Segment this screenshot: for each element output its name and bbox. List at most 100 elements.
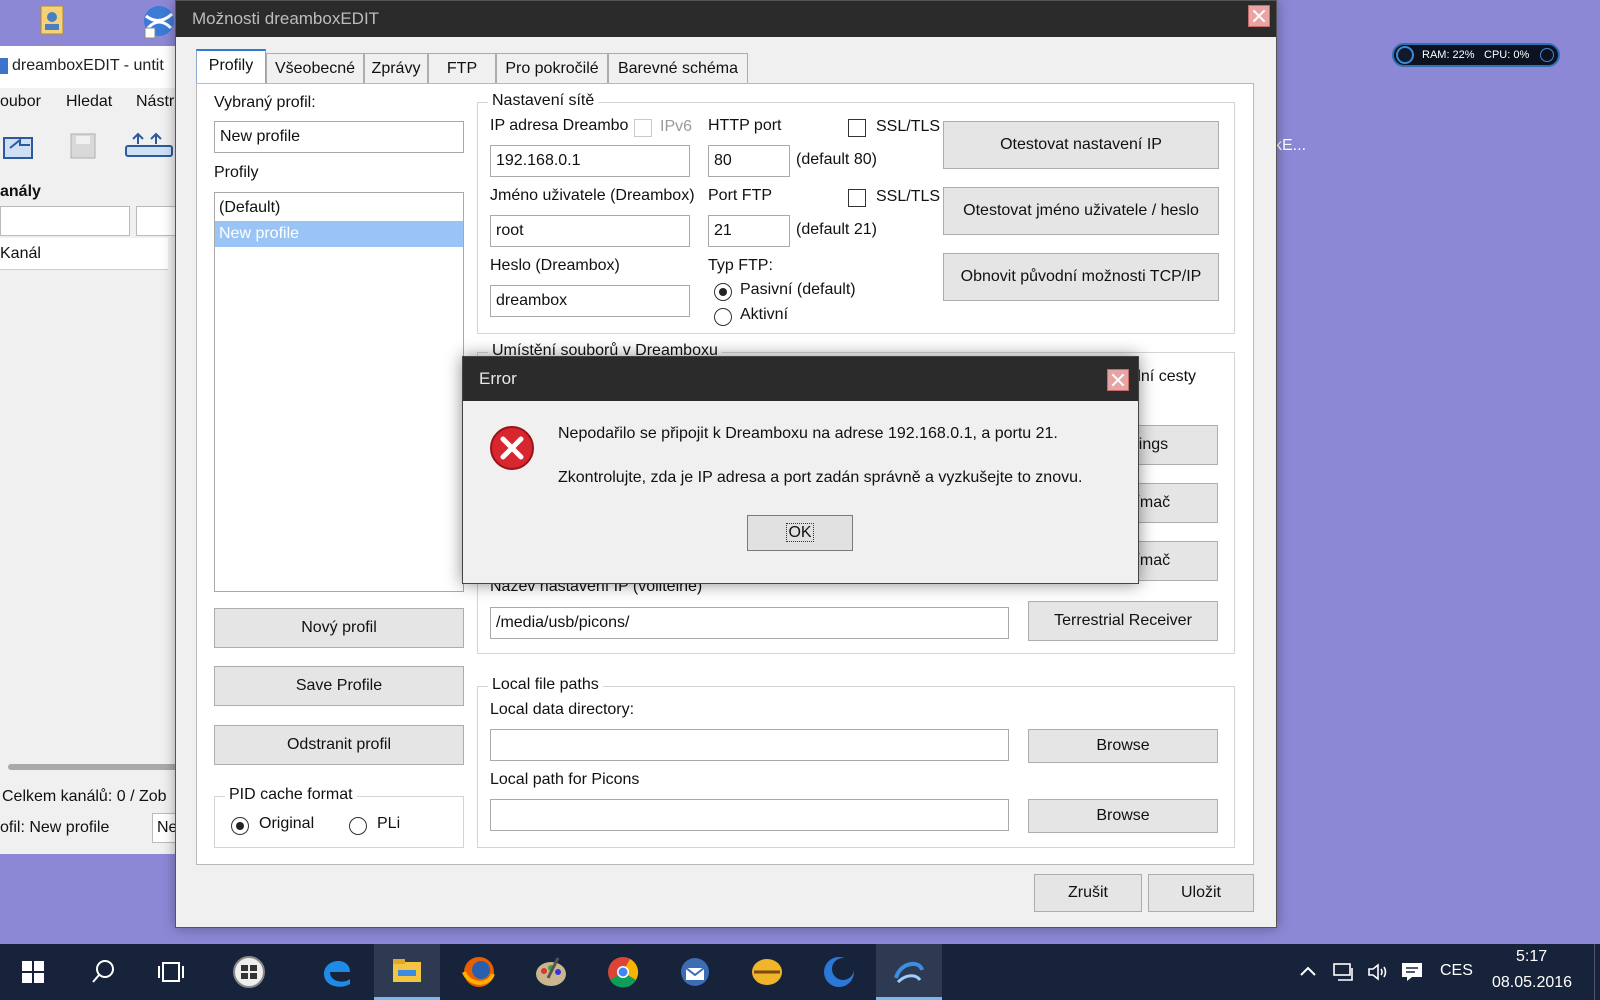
local-picons-input[interactable] (490, 799, 1009, 831)
username-input[interactable]: root (490, 215, 690, 247)
error-message-2: Zkontrolujte, zda je IP adresa a port za… (558, 469, 1083, 486)
tab-color-scheme[interactable]: Barevné schéma (608, 53, 748, 85)
volume-icon[interactable] (1366, 960, 1390, 984)
task-view-icon[interactable] (138, 944, 204, 1000)
bg-app-titlebar: dreamboxEDIT - untit (0, 46, 190, 88)
list-item[interactable]: (Default) (215, 195, 463, 221)
pid-original-radio[interactable] (231, 817, 249, 835)
ftp-port-input[interactable]: 21 (708, 215, 790, 247)
cancel-button[interactable]: Zrušit (1034, 874, 1142, 912)
tab-messages[interactable]: Zprávy (364, 53, 428, 85)
tab-ftp[interactable]: FTP (428, 53, 496, 85)
restore-tcp-button[interactable]: Obnovit původní možnosti TCP/IP (943, 253, 1219, 301)
bg-status-channels: Celkem kanálů: 0 / Zob (2, 788, 167, 805)
menu-tools[interactable]: Nástr (136, 93, 174, 111)
selected-profile-label: Vybraný profil: (214, 94, 316, 111)
ip-address-input[interactable]: 192.168.0.1 (490, 145, 690, 177)
ip-label: IP adresa Dreambo (490, 117, 629, 134)
menu-search[interactable]: Hledat (66, 93, 112, 111)
bg-filter-input[interactable] (0, 206, 130, 236)
pid-pli-radio[interactable] (349, 817, 367, 835)
ipv6-checkbox[interactable] (634, 119, 652, 137)
desktop-globe-icon[interactable] (140, 2, 180, 42)
selected-profile-input[interactable]: New profile (214, 121, 464, 153)
show-desktop-button[interactable] (1594, 944, 1600, 1000)
chrome-icon[interactable] (590, 944, 656, 1000)
user-label: Jméno uživatele (Dreambox) (490, 187, 695, 204)
pid-cache-group: PID cache format Original PLi (214, 786, 464, 848)
ftp-ssl-checkbox[interactable] (848, 189, 866, 207)
bg-status-profile: ofil: New profile (0, 819, 110, 836)
save-icon[interactable] (68, 132, 98, 160)
browse-picons-button[interactable]: Browse (1028, 799, 1218, 833)
firefox-icon[interactable] (446, 944, 512, 1000)
remove-profile-button[interactable]: Odstranit profil (214, 725, 464, 765)
bg-scrollbar[interactable] (8, 764, 178, 770)
channel-column-header[interactable]: Kanál (0, 238, 168, 270)
local-data-input[interactable] (490, 729, 1009, 761)
save-profile-button[interactable]: Save Profile (214, 666, 464, 706)
language-indicator[interactable]: CES (1440, 962, 1473, 980)
test-user-button[interactable]: Otestovat jméno uživatele / heslo (943, 187, 1219, 235)
settings-icon[interactable] (1540, 48, 1554, 62)
channel-column-label: Kanál (0, 245, 41, 262)
network-icon[interactable] (1332, 960, 1356, 984)
notifications-icon[interactable] (1400, 960, 1424, 984)
ftp-port-label: Port FTP (708, 187, 773, 204)
default-paths-partial[interactable]: dní cesty (1132, 368, 1196, 386)
ftp-passive-radio[interactable] (714, 283, 732, 301)
thunderbird-icon[interactable] (662, 944, 728, 1000)
ok-button[interactable]: OK (747, 515, 853, 551)
paint-icon[interactable] (518, 944, 584, 1000)
close-icon[interactable] (1248, 5, 1270, 27)
error-message-1: Nepodařilo se připojit k Dreamboxu na ad… (558, 425, 1058, 442)
upload-icon[interactable] (124, 132, 174, 160)
file-explorer-icon[interactable] (374, 944, 440, 1000)
ftp-ssl-label: SSL/TLS (876, 188, 941, 205)
ftp-active-radio[interactable] (714, 308, 732, 326)
desktop-file-icon[interactable] (35, 2, 75, 42)
password-input[interactable]: dreambox (490, 285, 690, 317)
http-ssl-checkbox[interactable] (848, 119, 866, 137)
edge-icon[interactable] (304, 944, 370, 1000)
network-legend: Nastavení sítě (488, 92, 599, 110)
bg-app-title: dreamboxEDIT - untit (12, 57, 164, 74)
list-item[interactable]: New profile (215, 221, 463, 247)
windows-start-icon[interactable] (0, 944, 66, 1000)
clock-time[interactable]: 5:17 (1516, 948, 1547, 966)
moon-icon[interactable] (806, 944, 872, 1000)
taskbar: CES 5:17 08.05.2016 (0, 944, 1600, 1000)
options-title: Možnosti dreamboxEDIT (192, 9, 380, 28)
clock-date[interactable]: 08.05.2016 (1492, 974, 1572, 992)
ip-name-input[interactable]: /media/usb/picons/ (490, 607, 1009, 639)
test-ip-button[interactable]: Otestovat nastavení IP (943, 121, 1219, 169)
open-icon[interactable] (2, 132, 36, 160)
local-data-label: Local data directory: (490, 701, 635, 718)
error-title: Error (479, 369, 517, 388)
browse-data-button[interactable]: Browse (1028, 729, 1218, 763)
app-icon[interactable] (216, 944, 282, 1000)
tab-profiles[interactable]: Profily (196, 49, 266, 85)
pid-cache-legend: PID cache format (225, 786, 357, 804)
network-settings-group: Nastavení sítě IP adresa Dreambo IPv6 19… (477, 92, 1235, 334)
options-titlebar: Možnosti dreamboxEDIT (176, 1, 1276, 37)
ipv6-label: IPv6 (660, 118, 693, 135)
save-button[interactable]: Uložit (1148, 874, 1254, 912)
chevron-up-icon[interactable] (1298, 962, 1318, 982)
terrestrial-receiver-button[interactable]: Terrestrial Receiver (1028, 601, 1218, 641)
pid-original-label: Original (259, 815, 315, 832)
app-icon[interactable] (734, 944, 800, 1000)
tab-advanced[interactable]: Pro pokročilé (496, 53, 608, 85)
ftp-type-label: Typ FTP: (708, 257, 773, 274)
http-port-input[interactable]: 80 (708, 145, 790, 177)
close-icon[interactable] (1107, 369, 1129, 391)
profiles-label: Profily (214, 164, 259, 181)
new-profile-button[interactable]: Nový profil (214, 608, 464, 648)
menu-file[interactable]: oubor (0, 93, 41, 111)
tab-general[interactable]: Všeobecné (266, 53, 364, 85)
search-icon[interactable] (70, 944, 136, 1000)
profiles-list[interactable]: (Default) New profile (214, 192, 464, 592)
dreambox-icon[interactable] (876, 944, 942, 1000)
error-titlebar: Error (463, 357, 1138, 401)
http-ssl-label: SSL/TLS (876, 118, 941, 135)
